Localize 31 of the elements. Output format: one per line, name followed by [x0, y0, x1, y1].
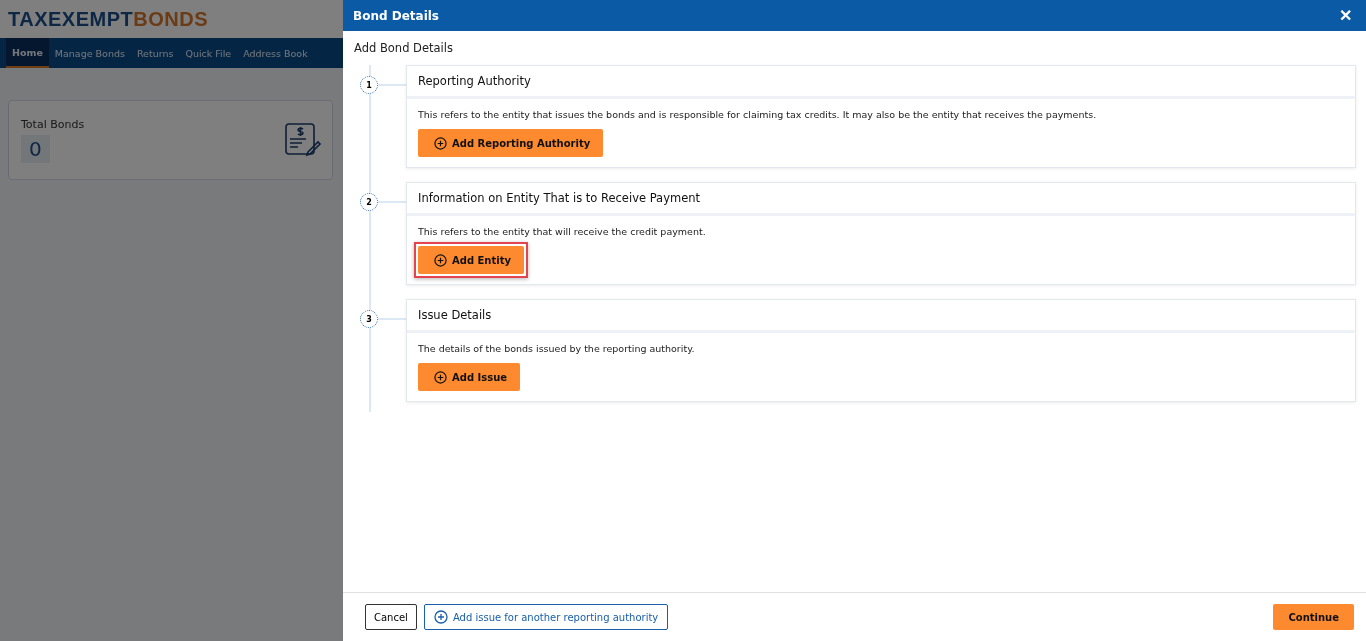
step-number: 3	[360, 310, 378, 328]
continue-button[interactable]: Continue	[1273, 604, 1354, 630]
plus-circle-icon	[433, 610, 448, 624]
nav-tab[interactable]: Address Book	[237, 38, 314, 68]
add-button[interactable]: Add Issue	[418, 363, 521, 391]
close-button[interactable]: ✕	[1335, 6, 1356, 25]
cancel-button[interactable]: Cancel	[365, 604, 417, 630]
step-title: Reporting Authority	[407, 66, 1355, 99]
add-button[interactable]: Add Entity	[418, 246, 524, 274]
drawer-subtitle: Add Bond Details	[354, 41, 454, 55]
step-title: Issue Details	[407, 300, 1355, 333]
stat-value: 0	[21, 134, 50, 163]
plus-circle-icon	[434, 253, 447, 267]
step-description: This refers to the entity that will receive the credit payment.	[418, 226, 707, 237]
nav-tab[interactable]: Home	[6, 38, 49, 68]
nav-tab[interactable]: Manage Bonds	[48, 38, 131, 68]
document-pen-icon	[284, 122, 322, 158]
step-title: Information on Entity That is to Receive Payment	[407, 183, 1355, 216]
step-description: The details of the bonds issued by the reporting authority.	[418, 343, 696, 354]
plus-circle-icon	[434, 136, 447, 150]
plus-circle-icon	[434, 370, 447, 384]
nav-tab[interactable]: Returns	[130, 38, 180, 68]
add-another-button[interactable]: Add issue for another reporting authority	[423, 604, 669, 630]
add-button[interactable]: Add Reporting Authority	[418, 129, 604, 157]
logo: TAXEXEMPTBONDS	[0, 0, 343, 38]
step-description: This refers to the entity that issues the bonds and is responsible for claiming tax credits. It may also be the entity that receives the payments.	[418, 109, 1098, 120]
drawer-title: Bond Details	[353, 8, 439, 23]
nav-tab[interactable]: Quick File	[179, 38, 238, 68]
step-number: 2	[360, 193, 378, 211]
stat-label: Total Bonds	[21, 117, 85, 131]
step-number: 1	[360, 76, 378, 94]
